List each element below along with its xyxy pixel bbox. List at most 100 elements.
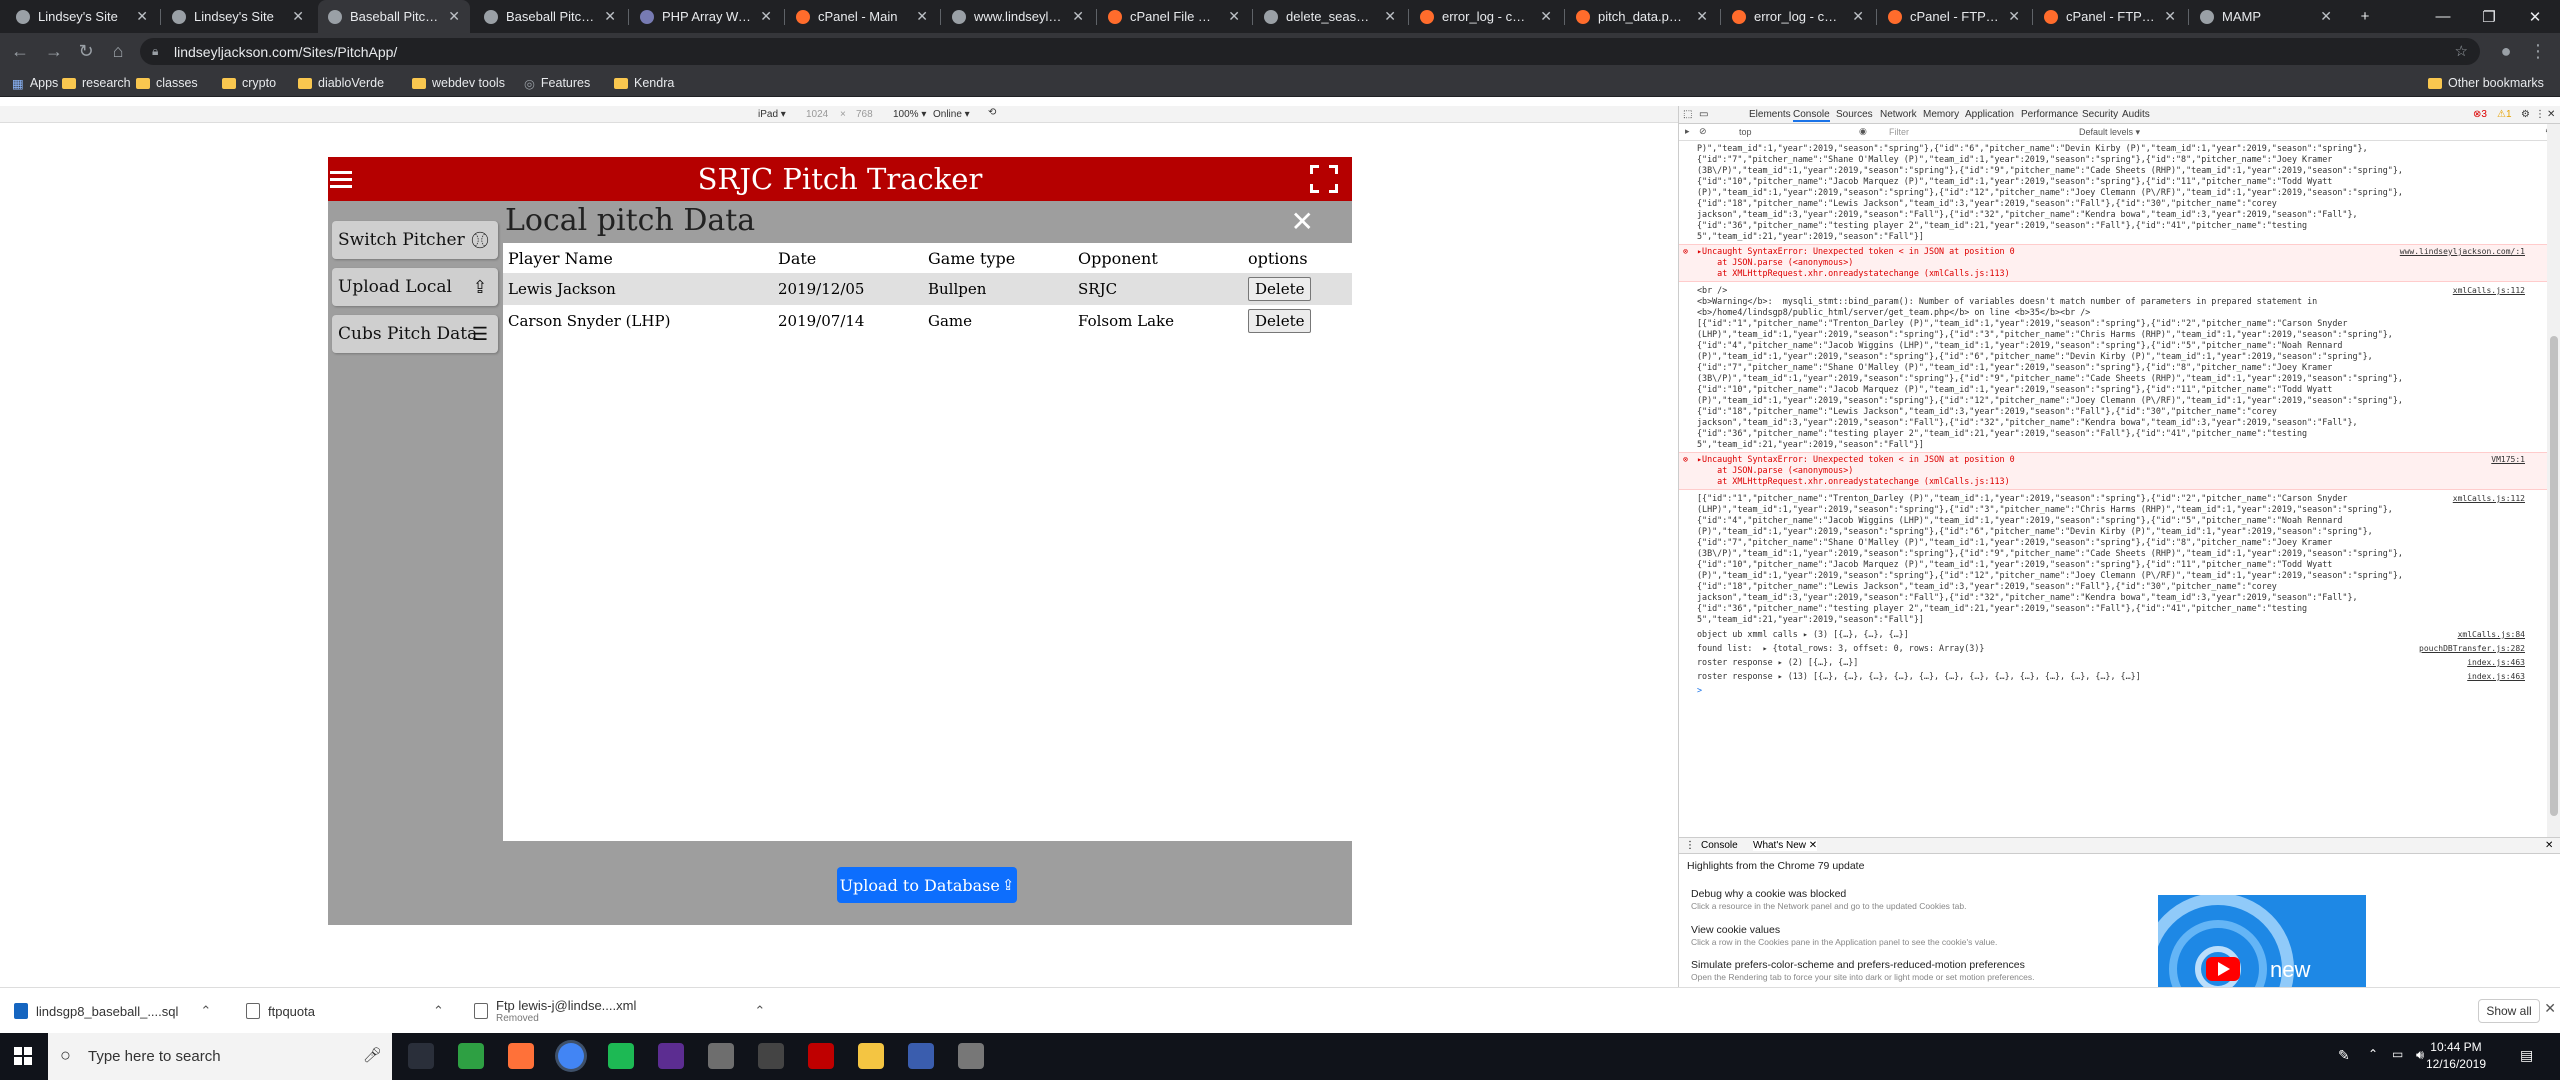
upload-local-button[interactable]: Upload Local ⇪ bbox=[332, 268, 498, 306]
browser-tab[interactable]: MAMP ✕ bbox=[2190, 0, 2342, 33]
microphone-icon[interactable]: 🎤︎ bbox=[363, 1046, 382, 1064]
cmd-icon[interactable] bbox=[758, 1043, 784, 1069]
device-select[interactable]: iPad ▾ bbox=[758, 109, 786, 120]
browser-tab[interactable]: Baseball Pitch Tra ✕ bbox=[474, 0, 626, 33]
network-select[interactable]: Online ▾ bbox=[933, 109, 970, 120]
browser-tab[interactable]: Lindsey's Site ✕ bbox=[6, 0, 158, 33]
chevron-up-icon[interactable]: ⌃ bbox=[2368, 1047, 2378, 1061]
taskbar-clock[interactable]: 10:44 PM 12/16/2019 bbox=[2426, 1039, 2486, 1073]
console-source-link[interactable]: index.js:463 bbox=[2467, 671, 2525, 682]
more-icon[interactable]: ⋮ bbox=[2535, 109, 2545, 120]
device-toggle-icon[interactable]: ▭ bbox=[1699, 109, 1708, 120]
devtools-tab-performance[interactable]: Performance bbox=[2021, 109, 2078, 120]
xbox-icon[interactable] bbox=[608, 1043, 634, 1069]
bookmark-item[interactable]: classes bbox=[136, 74, 198, 92]
settings-gear-icon[interactable]: ⚙ bbox=[2521, 109, 2530, 120]
windows-start-icon[interactable] bbox=[14, 1047, 32, 1065]
sidebar-toggle-icon[interactable]: ▸ bbox=[1685, 126, 1690, 137]
browser-tab[interactable]: Lindsey's Site ✕ bbox=[162, 0, 314, 33]
other-bookmarks[interactable]: Other bookmarks bbox=[2428, 74, 2544, 92]
tab-close-icon[interactable]: ✕ bbox=[1228, 8, 1240, 25]
home-icon[interactable]: ⌂ bbox=[106, 39, 130, 63]
console-source-link[interactable]: xmlCalls.js:84 bbox=[2458, 629, 2525, 640]
eye-icon[interactable]: ◉ bbox=[1859, 126, 1867, 137]
tab-close-icon[interactable]: ✕ bbox=[292, 8, 304, 25]
gimp-icon[interactable] bbox=[708, 1043, 734, 1069]
minimize-icon[interactable]: — bbox=[2420, 0, 2466, 33]
clear-console-icon[interactable]: ⊘ bbox=[1699, 126, 1707, 137]
bookmark-item[interactable]: ▦ Apps bbox=[12, 74, 58, 92]
console-source-link[interactable]: xmlCalls.js:112 bbox=[2453, 493, 2525, 504]
devtools-tab-console[interactable]: Console bbox=[1793, 109, 1830, 122]
browser-tab[interactable]: cPanel - FTP Acco ✕ bbox=[1878, 0, 2030, 33]
profile-avatar[interactable]: ● bbox=[2494, 39, 2518, 63]
upload-to-database-button[interactable]: Upload to Database ⇪ bbox=[837, 867, 1017, 903]
download-item[interactable]: lindsgp8_baseball_....sql ⌃ bbox=[14, 988, 211, 1034]
volume-icon[interactable]: 🔊︎ bbox=[2416, 1047, 2424, 1063]
browser-tab[interactable]: Baseball Pitch Tra ✕ bbox=[318, 0, 470, 33]
show-all-button[interactable]: Show all bbox=[2478, 999, 2540, 1023]
console-source-link[interactable]: www.lindseyljackson.com/:1 bbox=[2400, 246, 2525, 257]
explorer-icon[interactable] bbox=[858, 1043, 884, 1069]
devtools-tab-sources[interactable]: Sources bbox=[1836, 109, 1873, 120]
settings-icon[interactable] bbox=[958, 1043, 984, 1069]
bookmark-item[interactable]: diabloVerde bbox=[298, 74, 384, 92]
whats-new-title[interactable]: View cookie values bbox=[1691, 924, 1780, 936]
restore-icon[interactable]: ❐ bbox=[2466, 0, 2512, 33]
filter-input[interactable]: Filter bbox=[1889, 127, 1909, 137]
console-source-link[interactable]: xmlCalls.js:112 bbox=[2453, 285, 2525, 296]
tab-close-icon[interactable]: ✕ bbox=[604, 8, 616, 25]
reload-icon[interactable]: ↻ bbox=[74, 39, 98, 63]
chevron-up-icon[interactable]: ⌃ bbox=[433, 1003, 444, 1019]
rotate-icon[interactable]: ⟲ bbox=[988, 107, 996, 118]
bookmark-star-icon[interactable]: ☆ bbox=[2455, 42, 2468, 60]
browser-tab[interactable]: delete_season.ph ✕ bbox=[1254, 0, 1406, 33]
bookmark-item[interactable]: webdev tools bbox=[412, 74, 505, 92]
address-bar[interactable]: 🔒︎ lindseyljackson.com/Sites/PitchApp/ ☆ bbox=[140, 38, 2480, 65]
close-drawer-icon[interactable]: ✕ bbox=[2545, 840, 2553, 851]
browser-tab[interactable]: pitch_data.php - ✕ bbox=[1566, 0, 1718, 33]
notification-icon[interactable]: ▤ bbox=[2520, 1047, 2533, 1064]
browser-tab[interactable]: error_log - cPane ✕ bbox=[1722, 0, 1874, 33]
tab-close-icon[interactable]: ✕ bbox=[1696, 8, 1708, 25]
zoom-select[interactable]: 100% ▾ bbox=[893, 109, 926, 120]
devtools-tab-elements[interactable]: Elements bbox=[1749, 109, 1791, 120]
devtools-tab-memory[interactable]: Memory bbox=[1923, 109, 1959, 120]
switch-pitcher-button[interactable]: Switch Pitcher ⚾︎ bbox=[332, 221, 498, 259]
close-shelf-icon[interactable]: ✕ bbox=[2544, 1000, 2556, 1017]
browser-tab[interactable]: cPanel - FTP Acco ✕ bbox=[2034, 0, 2186, 33]
browser-tab[interactable]: www.lindseyljack ✕ bbox=[942, 0, 1094, 33]
tab-close-icon[interactable]: ✕ bbox=[916, 8, 928, 25]
console-source-link[interactable]: index.js:463 bbox=[2467, 657, 2525, 668]
tab-close-icon[interactable]: ✕ bbox=[1852, 8, 1864, 25]
browser-tab[interactable]: PHP Array Warnin ✕ bbox=[630, 0, 782, 33]
tab-close-icon[interactable]: ✕ bbox=[136, 8, 148, 25]
device-height[interactable]: 768 bbox=[856, 109, 873, 120]
tab-close-icon[interactable]: ✕ bbox=[1540, 8, 1552, 25]
console-source-link[interactable]: VM175:1 bbox=[2491, 454, 2525, 465]
tab-close-icon[interactable]: ✕ bbox=[1384, 8, 1396, 25]
pen-icon[interactable]: ✎ bbox=[2338, 1047, 2350, 1064]
delete-button[interactable]: Delete bbox=[1248, 277, 1312, 301]
inspect-icon[interactable]: ⬚ bbox=[1683, 109, 1692, 120]
tab-close-icon[interactable]: ✕ bbox=[1072, 8, 1084, 25]
levels-select[interactable]: Default levels ▾ bbox=[2079, 127, 2140, 138]
filezilla-icon[interactable] bbox=[808, 1043, 834, 1069]
devtools-tab-audits[interactable]: Audits bbox=[2122, 109, 2150, 120]
device-width[interactable]: 1024 bbox=[806, 109, 828, 120]
tab-close-icon[interactable]: ✕ bbox=[2320, 8, 2332, 25]
close-devtools-icon[interactable]: ✕ bbox=[2547, 109, 2555, 120]
messenger-icon[interactable] bbox=[458, 1043, 484, 1069]
close-window-icon[interactable]: ✕ bbox=[2512, 0, 2558, 33]
devtools-tab-application[interactable]: Application bbox=[1965, 109, 2014, 120]
firefox-icon[interactable] bbox=[508, 1043, 534, 1069]
devtools-tab-network[interactable]: Network bbox=[1880, 109, 1917, 120]
vs-icon[interactable] bbox=[658, 1043, 684, 1069]
devtools-tab-security[interactable]: Security bbox=[2082, 109, 2118, 120]
bookmark-item[interactable]: research bbox=[62, 74, 131, 92]
new-tab-icon[interactable]: + bbox=[2350, 0, 2380, 33]
task-view-icon[interactable] bbox=[408, 1043, 434, 1069]
bookmark-item[interactable]: Kendra bbox=[614, 74, 674, 92]
console-scroll-thumb[interactable] bbox=[2550, 336, 2558, 816]
browser-tab[interactable]: error_log - cPane ✕ bbox=[1410, 0, 1562, 33]
